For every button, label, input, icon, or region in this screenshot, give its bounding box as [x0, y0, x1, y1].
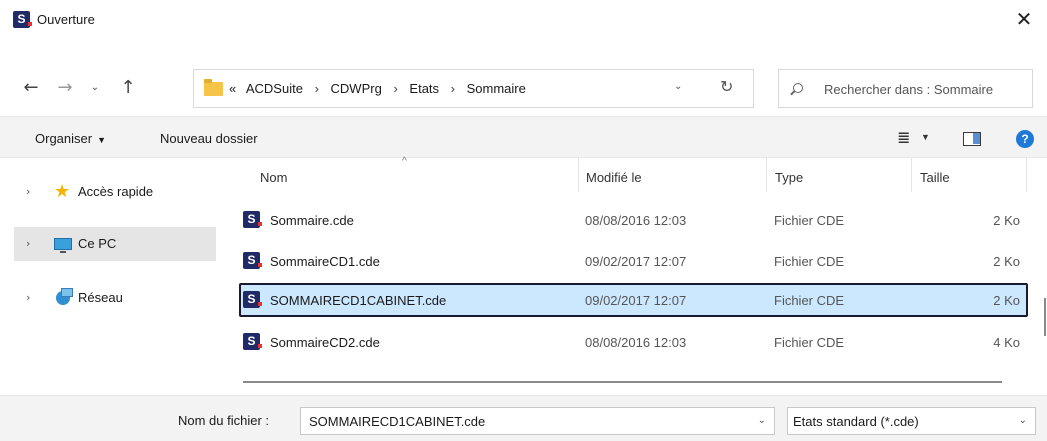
file-row[interactable]: S SommaireCD2.cde 08/08/2016 12:03 Fichi…: [239, 325, 1028, 359]
search-input[interactable]: Rechercher dans : Sommaire: [778, 69, 1033, 108]
breadcrumb-cdwprg[interactable]: CDWPrg: [331, 81, 382, 96]
up-arrow-icon[interactable]: ↑: [117, 78, 139, 100]
organize-label: Organiser: [35, 131, 93, 146]
expand-chevron-icon[interactable]: ›: [26, 185, 30, 198]
column-divider[interactable]: [911, 158, 912, 192]
column-header-name[interactable]: Nom: [260, 170, 287, 185]
expand-chevron-icon[interactable]: ›: [26, 237, 30, 250]
column-divider[interactable]: [1026, 158, 1027, 192]
file-type: Fichier CDE: [774, 293, 845, 308]
help-icon[interactable]: ?: [1016, 130, 1034, 148]
column-divider[interactable]: [766, 158, 767, 192]
folder-icon: [204, 79, 223, 96]
breadcrumb-etats[interactable]: Etats: [409, 81, 439, 96]
sidebar-item-label: Accès rapide: [78, 184, 154, 199]
refresh-icon[interactable]: ↻: [720, 77, 733, 96]
file-name: Sommaire.cde: [270, 213, 354, 228]
title-bar: S Ouverture ✕: [0, 0, 1047, 40]
window-title: Ouverture: [37, 12, 95, 27]
file-name-bar: Nom du fichier : SOMMAIRECD1CABINET.cde …: [0, 395, 1047, 441]
file-name: SOMMAIRECD1CABINET.cde: [270, 293, 447, 308]
breadcrumb-separator-icon[interactable]: ›: [393, 81, 397, 96]
preview-pane-icon[interactable]: [963, 132, 981, 146]
file-type: Fichier CDE: [774, 335, 845, 350]
star-icon: ★: [54, 181, 71, 202]
sort-ascending-icon: ^: [402, 156, 407, 167]
file-row[interactable]: S SommaireCD1.cde 09/02/2017 12:07 Fichi…: [239, 244, 1028, 278]
file-modified: 09/02/2017 12:07: [585, 293, 687, 308]
file-row-selected[interactable]: S SOMMAIRECD1CABINET.cde 09/02/2017 12:0…: [239, 283, 1028, 317]
view-options-icon[interactable]: ≣: [897, 128, 910, 148]
column-divider[interactable]: [578, 158, 579, 192]
search-icon: [793, 83, 803, 93]
back-arrow-icon[interactable]: ←: [20, 78, 42, 100]
file-size: 2 Ko: [993, 293, 1020, 308]
file-name: SommaireCD1.cde: [270, 254, 380, 269]
breadcrumb-separator-icon[interactable]: ›: [451, 81, 455, 96]
file-modified: 08/08/2016 12:03: [585, 335, 687, 350]
breadcrumb: « ACDSuite › CDWPrg › Etats › Sommaire: [229, 81, 526, 96]
cde-file-icon: S: [243, 291, 262, 308]
horizontal-scrollbar[interactable]: [243, 381, 1002, 383]
address-row: ← → ⌄ ↑ « ACDSuite › CDWPrg › Etats › So…: [0, 40, 1047, 116]
column-header-size[interactable]: Taille: [920, 170, 950, 185]
cde-file-icon: S: [243, 252, 262, 269]
close-button[interactable]: ✕: [1001, 0, 1047, 40]
chevron-down-icon[interactable]: ⌄: [758, 415, 766, 426]
command-bar: Organiser ▼ Nouveau dossier ≣ ▼ ?: [0, 116, 1047, 158]
file-type: Fichier CDE: [774, 254, 845, 269]
file-type-value: Etats standard (*.cde): [793, 414, 919, 429]
network-icon: [56, 288, 73, 305]
file-name: SommaireCD2.cde: [270, 335, 380, 350]
sidebar-item-this-pc[interactable]: › Ce PC: [14, 227, 216, 261]
sidebar-item-quick-access[interactable]: › ★ Accès rapide: [14, 175, 216, 209]
sidebar-item-label: Réseau: [78, 290, 123, 305]
breadcrumb-sommaire[interactable]: Sommaire: [467, 81, 526, 96]
breadcrumb-acdsuite[interactable]: ACDSuite: [246, 81, 303, 96]
file-size: 2 Ko: [993, 254, 1020, 269]
computer-icon: [54, 238, 72, 253]
file-name-input[interactable]: SOMMAIRECD1CABINET.cde ⌄: [300, 407, 775, 435]
breadcrumb-overflow[interactable]: «: [229, 81, 236, 96]
app-logo-icon: S: [13, 11, 32, 28]
cde-file-icon: S: [243, 333, 262, 350]
caret-down-icon: ▼: [97, 135, 106, 145]
sidebar-item-network[interactable]: › Réseau: [14, 281, 216, 315]
file-size: 2 Ko: [993, 213, 1020, 228]
address-dropdown-icon[interactable]: ⌄: [674, 81, 682, 92]
sidebar-item-label: Ce PC: [78, 236, 117, 251]
forward-arrow-icon[interactable]: →: [54, 78, 76, 100]
navigation-pane: › ★ Accès rapide › Ce PC › Réseau: [0, 158, 220, 395]
file-size: 4 Ko: [993, 335, 1020, 350]
column-header-type[interactable]: Type: [775, 170, 803, 185]
file-type-select[interactable]: Etats standard (*.cde) ⌄: [787, 407, 1036, 435]
address-bar[interactable]: « ACDSuite › CDWPrg › Etats › Sommaire ⌄…: [193, 69, 754, 108]
file-name-label: Nom du fichier :: [178, 413, 270, 428]
expand-chevron-icon[interactable]: ›: [26, 291, 30, 304]
recent-locations-chevron-icon[interactable]: ⌄: [84, 78, 106, 100]
chevron-down-icon: ⌄: [1018, 415, 1027, 426]
file-name-value: SOMMAIRECD1CABINET.cde: [309, 414, 486, 429]
file-row[interactable]: S Sommaire.cde 08/08/2016 12:03 Fichier …: [239, 203, 1028, 237]
cde-file-icon: S: [243, 211, 262, 228]
column-header-modified[interactable]: Modifié le: [586, 170, 642, 185]
new-folder-button[interactable]: Nouveau dossier: [160, 131, 258, 146]
file-type: Fichier CDE: [774, 213, 845, 228]
organize-button[interactable]: Organiser ▼: [35, 131, 106, 146]
view-caret-icon[interactable]: ▼: [921, 132, 930, 142]
file-list: ^ Nom Modifié le Type Taille S Sommaire.…: [220, 156, 1047, 395]
vertical-scrollbar[interactable]: [1044, 298, 1046, 336]
breadcrumb-separator-icon[interactable]: ›: [315, 81, 319, 96]
file-modified: 08/08/2016 12:03: [585, 213, 687, 228]
file-modified: 09/02/2017 12:07: [585, 254, 687, 269]
search-placeholder: Rechercher dans : Sommaire: [824, 82, 994, 97]
